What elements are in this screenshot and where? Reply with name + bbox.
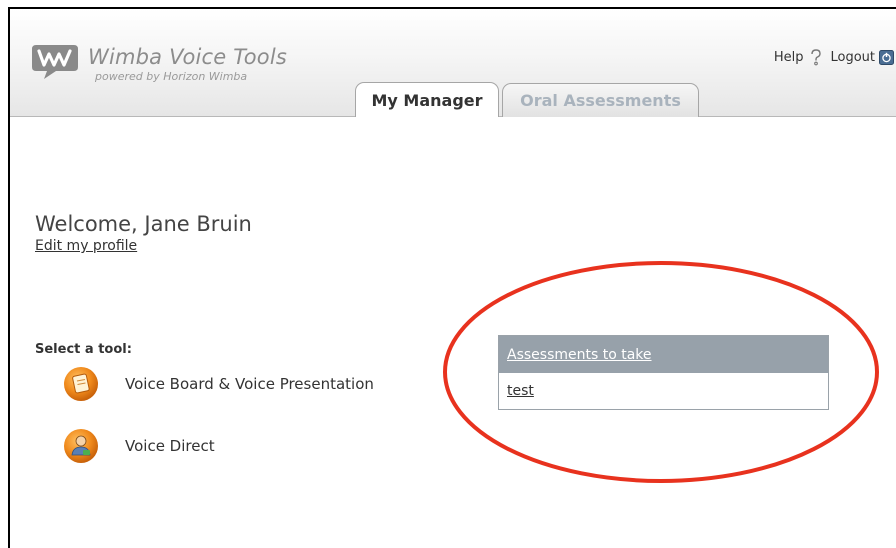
voice-board-icon xyxy=(64,367,98,401)
assessments-to-take-link[interactable]: Assessments to take xyxy=(507,347,652,363)
tool-voice-direct-label[interactable]: Voice Direct xyxy=(125,437,215,455)
tool-voice-board-label[interactable]: Voice Board & Voice Presentation xyxy=(125,375,374,393)
header-bar: Wimba Voice Tools powered by Horizon Wim… xyxy=(10,9,896,117)
assessments-header: Assessments to take xyxy=(499,336,828,373)
tool-voice-direct[interactable]: Voice Direct xyxy=(63,428,215,464)
select-tool-label: Select a tool: xyxy=(35,342,132,357)
voice-direct-icon xyxy=(64,429,98,463)
list-item: test xyxy=(499,373,828,409)
question-mark-icon[interactable] xyxy=(808,48,824,66)
welcome-heading: Welcome, Jane Bruin xyxy=(35,212,252,236)
tab-oral-assessments[interactable]: Oral Assessments xyxy=(502,83,699,117)
logout-link[interactable]: Logout xyxy=(830,50,875,65)
brand-subtitle: powered by Horizon Wimba xyxy=(95,70,248,83)
tab-my-manager[interactable]: My Manager xyxy=(355,82,499,117)
wimba-logo-icon xyxy=(32,45,78,79)
assessment-link-test[interactable]: test xyxy=(507,383,534,399)
brand-title: Wimba Voice Tools xyxy=(88,45,287,69)
top-nav: Help Logout xyxy=(774,48,894,66)
power-icon[interactable] xyxy=(879,49,894,65)
assessments-panel: Assessments to take test xyxy=(498,335,829,410)
app-window: Wimba Voice Tools powered by Horizon Wim… xyxy=(8,7,896,548)
edit-profile-link[interactable]: Edit my profile xyxy=(35,238,137,254)
help-link[interactable]: Help xyxy=(774,50,804,65)
tool-voice-board[interactable]: Voice Board & Voice Presentation xyxy=(63,366,374,402)
